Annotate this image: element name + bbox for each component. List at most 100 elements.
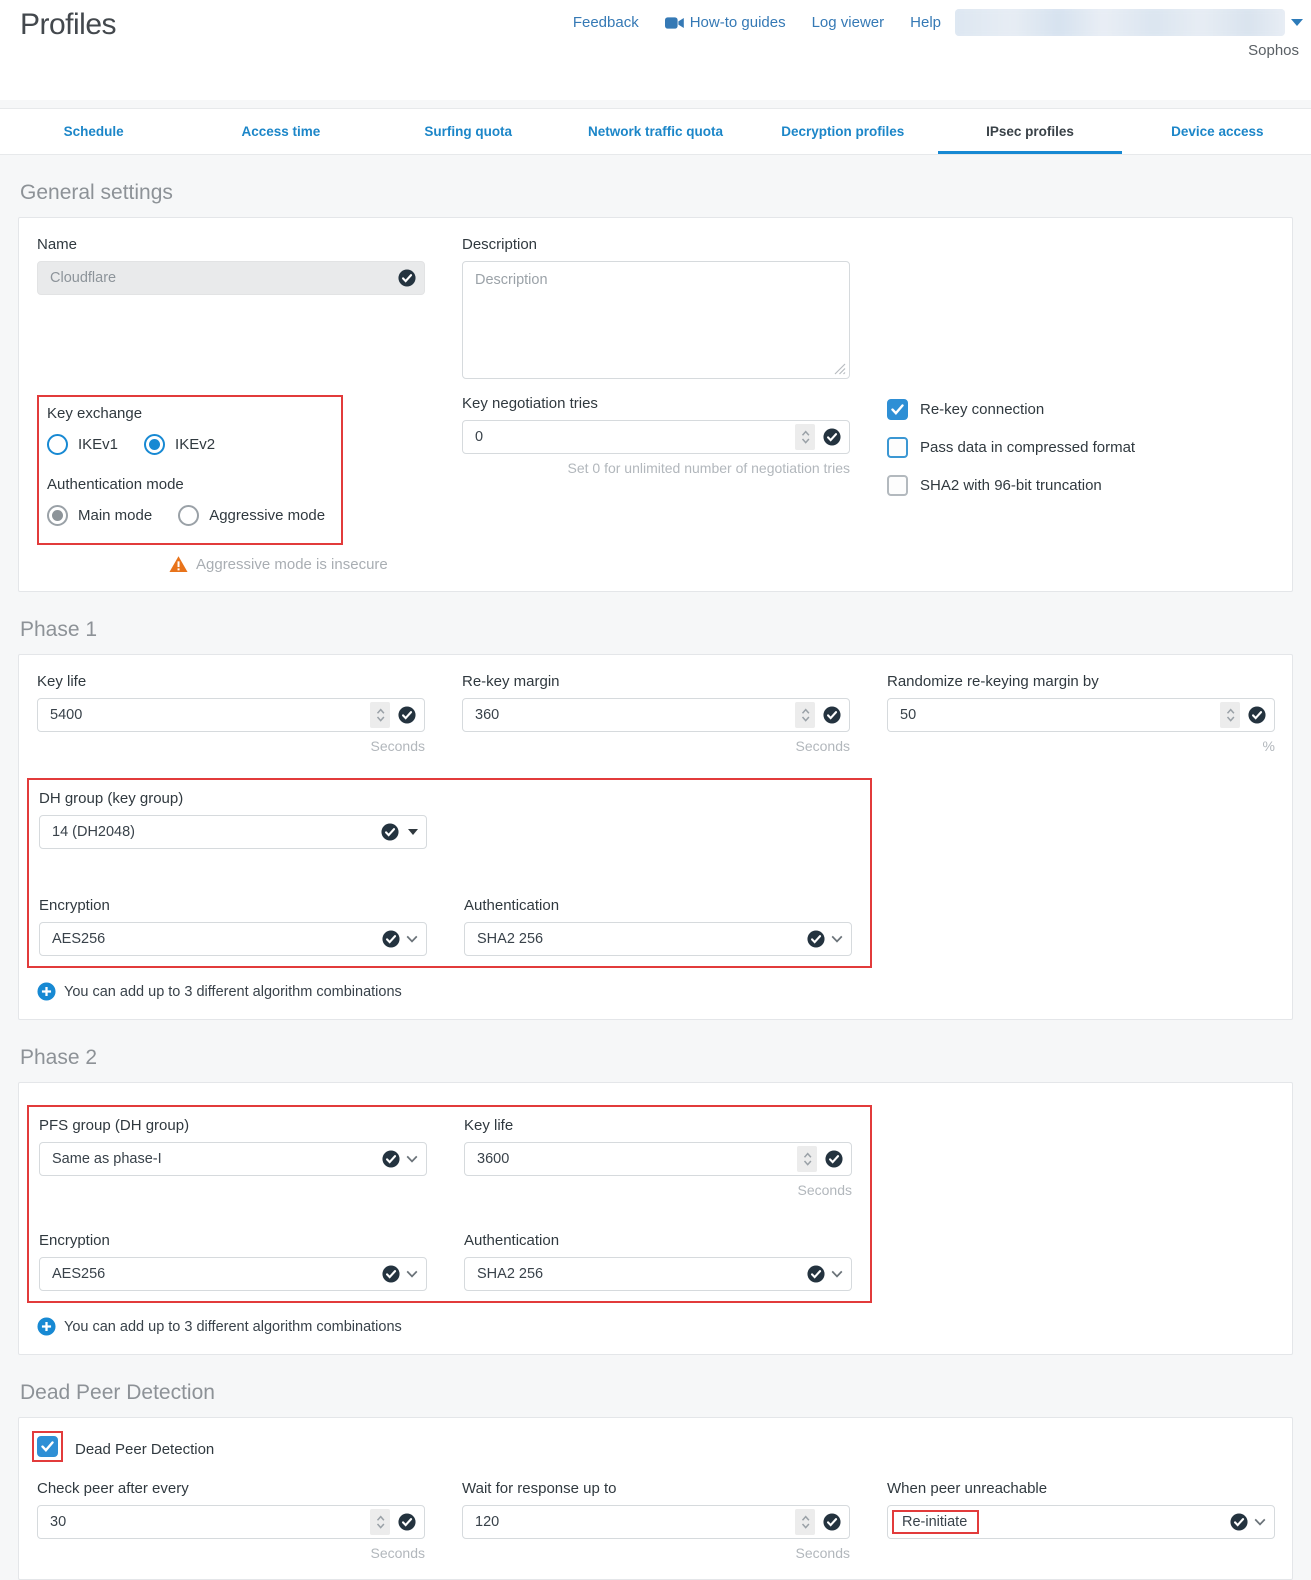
sha2-truncation-checkbox[interactable]	[887, 475, 908, 496]
compressed-format-row: Pass data in compressed format	[887, 437, 1275, 458]
radio-aggressive-mode[interactable]	[178, 505, 199, 526]
number-stepper[interactable]	[1220, 702, 1240, 728]
description-field[interactable]: Description	[462, 261, 850, 379]
chevron-down-icon	[406, 1270, 418, 1278]
dpd-checkbox[interactable]	[37, 1436, 58, 1457]
key-negotiation-tries-field[interactable]: 0	[462, 420, 850, 454]
feedback-link[interactable]: Feedback	[573, 14, 639, 31]
profile-tabs: Schedule Access time Surfing quota Netwo…	[0, 108, 1311, 155]
phase1-key-life-field[interactable]: 5400	[37, 698, 425, 732]
chevron-down-icon	[1254, 1518, 1266, 1526]
sha2-truncation-row: SHA2 with 96-bit truncation	[887, 475, 1275, 496]
number-stepper[interactable]	[795, 1509, 815, 1535]
help-link[interactable]: Help	[910, 14, 941, 31]
rekey-margin-field[interactable]: 360	[462, 698, 850, 732]
tab-schedule[interactable]: Schedule	[0, 109, 187, 154]
name-label: Name	[37, 236, 425, 253]
phase1-heading: Phase 1	[20, 618, 1293, 642]
authentication-mode-label: Authentication mode	[47, 476, 329, 493]
number-stepper[interactable]	[797, 1146, 817, 1172]
check-peer-field[interactable]: 30	[37, 1505, 425, 1539]
page-title: Profiles	[20, 8, 116, 42]
valid-check-icon	[382, 930, 400, 948]
radio-ikev1[interactable]	[47, 434, 68, 455]
log-viewer-link[interactable]: Log viewer	[812, 14, 885, 31]
wait-response-label: Wait for response up to	[462, 1480, 850, 1497]
chevron-down-icon[interactable]	[1291, 19, 1303, 26]
valid-check-icon	[825, 1150, 843, 1168]
chevron-down-icon	[831, 935, 843, 943]
unit-label: %	[887, 738, 1275, 754]
valid-check-icon	[807, 1265, 825, 1283]
valid-check-icon	[1230, 1513, 1248, 1531]
key-negotiation-helper: Set 0 for unlimited number of negotiatio…	[462, 460, 850, 476]
tab-ipsec-profiles[interactable]: IPsec profiles	[936, 109, 1123, 154]
stepper-arrows-icon	[800, 1514, 811, 1530]
dh-group-select[interactable]: 14 (DH2048)	[39, 815, 427, 849]
valid-check-icon	[807, 930, 825, 948]
number-stepper[interactable]	[795, 702, 815, 728]
resize-handle[interactable]	[834, 363, 846, 375]
key-exchange-label: Key exchange	[47, 405, 329, 422]
valid-check-icon	[823, 428, 841, 446]
check-icon	[41, 1441, 54, 1452]
stepper-arrows-icon	[800, 429, 811, 445]
tab-network-traffic-quota[interactable]: Network traffic quota	[562, 109, 749, 154]
add-icon[interactable]	[37, 982, 56, 1001]
valid-check-icon	[382, 1265, 400, 1283]
wait-response-field[interactable]: 120	[462, 1505, 850, 1539]
dpd-toggle-row: Dead Peer Detection	[37, 1436, 1274, 1462]
dpd-panel: Dead Peer Detection Check peer after eve…	[18, 1417, 1293, 1580]
number-stepper[interactable]	[370, 1509, 390, 1535]
valid-check-icon	[1248, 706, 1266, 724]
reinitiate-annotation-box: Re-initiate	[892, 1510, 979, 1534]
unit-label: Seconds	[462, 1545, 850, 1561]
dpd-checkbox-annotation-box	[32, 1431, 63, 1462]
number-stepper[interactable]	[370, 702, 390, 728]
key-negotiation-tries-label: Key negotiation tries	[462, 395, 850, 412]
stepper-arrows-icon	[375, 707, 386, 723]
chevron-down-icon	[406, 1155, 418, 1163]
radio-ikev2[interactable]	[144, 434, 165, 455]
phase2-key-life-field[interactable]: 3600	[464, 1142, 852, 1176]
when-unreachable-select[interactable]: Re-initiate	[887, 1505, 1275, 1539]
tab-device-access[interactable]: Device access	[1124, 109, 1311, 154]
valid-check-icon	[398, 706, 416, 724]
unit-label: Seconds	[462, 738, 850, 754]
when-unreachable-label: When peer unreachable	[887, 1480, 1275, 1497]
brand-label: Sophos	[1248, 42, 1299, 59]
stepper-arrows-icon	[1225, 707, 1236, 723]
phase2-algorithms-annotation-box: PFS group (DH group) Same as phase-I Key…	[27, 1105, 872, 1303]
add-icon[interactable]	[37, 1317, 56, 1336]
tab-decryption-profiles[interactable]: Decryption profiles	[749, 109, 936, 154]
phase1-encryption-select[interactable]: AES256	[39, 922, 427, 956]
phase1-authentication-select[interactable]: SHA2 256	[464, 922, 852, 956]
stepper-arrows-icon	[375, 1514, 386, 1530]
phase2-authentication-select[interactable]: SHA2 256	[464, 1257, 852, 1291]
name-field: Cloudflare	[37, 261, 425, 295]
phase2-encryption-select[interactable]: AES256	[39, 1257, 427, 1291]
phase2-authentication-label: Authentication	[464, 1232, 852, 1249]
valid-check-icon	[382, 1150, 400, 1168]
rekey-connection-checkbox[interactable]	[887, 399, 908, 420]
tab-access-time[interactable]: Access time	[187, 109, 374, 154]
compressed-format-checkbox[interactable]	[887, 437, 908, 458]
phase1-authentication-label: Authentication	[464, 897, 852, 914]
account-menu[interactable]	[955, 9, 1285, 36]
number-stepper[interactable]	[795, 424, 815, 450]
phase1-key-life-label: Key life	[37, 673, 425, 690]
tab-surfing-quota[interactable]: Surfing quota	[375, 109, 562, 154]
pfs-group-select[interactable]: Same as phase-I	[39, 1142, 427, 1176]
radio-main-mode[interactable]	[47, 505, 68, 526]
how-to-guides-link[interactable]: How-to guides	[665, 14, 786, 31]
app-header: Profiles Feedback How-to guides Log view…	[0, 0, 1311, 100]
randomize-margin-field[interactable]: 50	[887, 698, 1275, 732]
key-exchange-annotation-box: Key exchange IKEv1 IKEv2 Authentication …	[37, 395, 343, 545]
phase1-encryption-label: Encryption	[39, 897, 427, 914]
dh-group-label: DH group (key group)	[39, 790, 427, 807]
phase1-panel: Key life 5400 Seconds Re-key margin 360 …	[18, 654, 1293, 1020]
description-label: Description	[462, 236, 850, 253]
stepper-arrows-icon	[802, 1151, 813, 1167]
dropdown-caret-icon	[408, 829, 418, 835]
valid-check-icon	[823, 1513, 841, 1531]
